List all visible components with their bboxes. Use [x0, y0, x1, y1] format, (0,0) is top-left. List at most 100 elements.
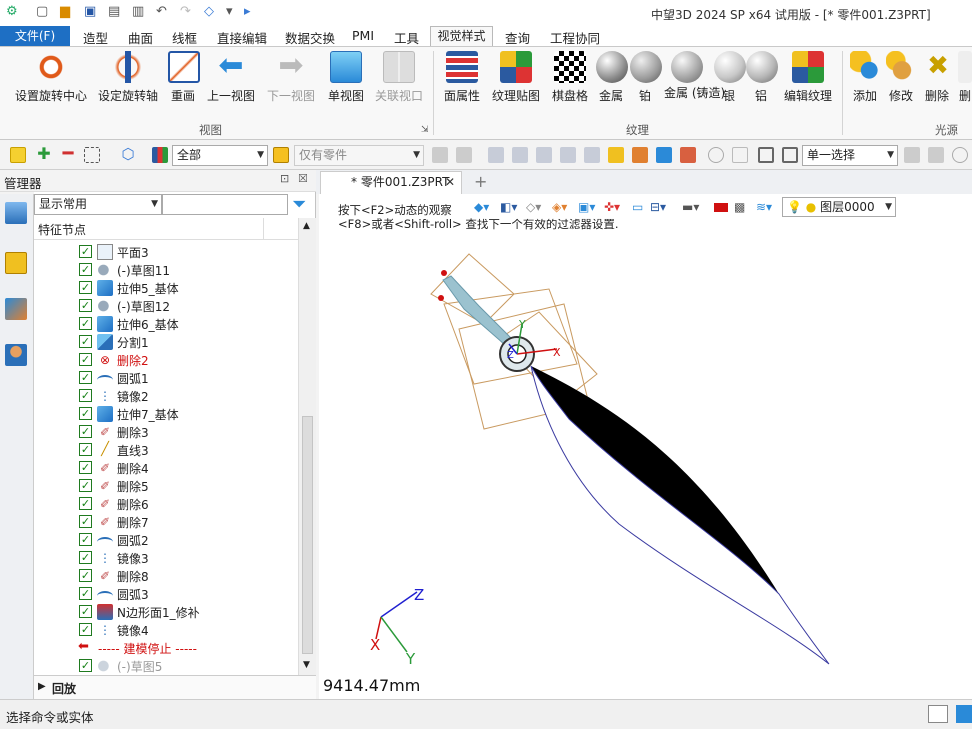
- align-icon[interactable]: [512, 147, 528, 163]
- redo-icon[interactable]: ↷: [180, 4, 191, 19]
- assembly-icon[interactable]: [632, 147, 648, 163]
- delete-light-button[interactable]: ✖ 删除: [922, 51, 952, 104]
- tab-pmi[interactable]: PMI: [352, 28, 374, 43]
- tab-data-exchange[interactable]: 数据交换: [285, 28, 335, 47]
- play-icon[interactable]: [952, 147, 968, 163]
- face-attributes-button[interactable]: 面属性: [442, 51, 482, 104]
- filter-combo[interactable]: 全部 ▼: [172, 145, 268, 166]
- new-icon[interactable]: ▢: [36, 4, 48, 19]
- tree-node[interactable]: ✓ 平面3: [34, 243, 298, 261]
- scroll-up-icon[interactable]: ▲: [303, 221, 310, 231]
- layout-toggle-icon[interactable]: [928, 705, 948, 723]
- node-checkbox[interactable]: ✓: [79, 569, 92, 582]
- tree-node[interactable]: ✓ 分割1: [34, 333, 298, 351]
- tree-node[interactable]: ✓ ⋮ 镜像2: [34, 387, 298, 405]
- tree-node[interactable]: ✓ ⋮ 镜像3: [34, 549, 298, 567]
- node-checkbox[interactable]: ✓: [79, 623, 92, 636]
- group-expand-icon[interactable]: ⇲: [421, 125, 429, 135]
- node-checkbox[interactable]: ✓: [79, 497, 92, 510]
- tree-node[interactable]: ✓ ✐ 删除5: [34, 477, 298, 495]
- menu-file[interactable]: 文件(F): [0, 26, 70, 46]
- platinum-button[interactable]: 铂: [630, 51, 662, 104]
- save-icon[interactable]: ▣: [84, 4, 96, 19]
- tree-node[interactable]: ✓ ✐ 删除8: [34, 567, 298, 585]
- part-filter-icon[interactable]: [273, 147, 289, 163]
- node-checkbox[interactable]: ✓: [79, 443, 92, 456]
- tree-node[interactable]: ✓ 圆弧3: [34, 585, 298, 603]
- document-tab[interactable]: * 零件001.Z3PRT ✕: [320, 171, 462, 194]
- cast-metal-button[interactable]: 金属 (铸造): [664, 51, 725, 100]
- tab-wireframe[interactable]: 线框: [172, 28, 197, 47]
- delete-all-light-button[interactable]: 删: [958, 51, 972, 104]
- tree-node[interactable]: ✓ N边形面1_修补: [34, 603, 298, 621]
- pick-mode-icon[interactable]: [10, 147, 26, 163]
- node-checkbox[interactable]: ✓: [79, 371, 92, 384]
- view-manager-icon[interactable]: [5, 298, 27, 320]
- tree-node[interactable]: ✓ (-)草图12: [34, 297, 298, 315]
- quick-access-dropdown-icon[interactable]: ▾: [226, 4, 233, 19]
- scrollbar-thumb[interactable]: [302, 416, 313, 654]
- set-rotation-axis-button[interactable]: 设定旋转轴: [96, 51, 160, 104]
- add-light-button[interactable]: 添加: [850, 51, 882, 104]
- texture-map-button[interactable]: 纹理贴图: [490, 51, 542, 104]
- tree-node[interactable]: ✓ (-)草图11: [34, 261, 298, 279]
- align-icon[interactable]: [488, 147, 504, 163]
- tab-collaboration[interactable]: 工程协同: [550, 28, 600, 47]
- linked-viewport-button[interactable]: 关联视口: [374, 51, 424, 104]
- display-filter-combo[interactable]: 显示常用 ▼: [34, 194, 162, 215]
- node-checkbox[interactable]: ✓: [79, 407, 92, 420]
- tree-node[interactable]: ✓ ⋮ 镜像4: [34, 621, 298, 639]
- single-view-button[interactable]: 单视图: [326, 51, 366, 104]
- display-toggle-icon[interactable]: [956, 705, 972, 723]
- tree-node[interactable]: ✓ ⊗ 删除2: [34, 351, 298, 369]
- tab-tools[interactable]: 工具: [394, 28, 419, 47]
- 3d-viewport[interactable]: 按下<F2>动态的观察 <F8>或者<Shift-roll> 查找下一个有效的过…: [319, 194, 972, 699]
- tree-node[interactable]: ✓ ✐ 删除4: [34, 459, 298, 477]
- tree-node[interactable]: ✓ 拉伸7_基体: [34, 405, 298, 423]
- close-tab-icon[interactable]: ✕: [445, 172, 455, 193]
- new-tab-icon[interactable]: +: [474, 172, 487, 191]
- assembly-manager-icon[interactable]: [5, 252, 27, 274]
- modify-light-button[interactable]: 修改: [886, 51, 918, 104]
- play-icon[interactable]: ▸: [244, 4, 251, 19]
- silver-button[interactable]: 银: [714, 51, 746, 104]
- pick-tool-icon[interactable]: [456, 147, 472, 163]
- node-checkbox[interactable]: ✓: [79, 317, 92, 330]
- metal-button[interactable]: 金属: [596, 51, 628, 104]
- component-icon[interactable]: [680, 147, 696, 163]
- tree-node[interactable]: ✓ ✐ 删除6: [34, 495, 298, 513]
- aluminum-button[interactable]: 铝: [746, 51, 778, 104]
- redraw-button[interactable]: 重画: [168, 51, 200, 104]
- close-icon[interactable]: ☒: [298, 172, 308, 185]
- node-checkbox[interactable]: ✓: [79, 533, 92, 546]
- cursor-icon[interactable]: [904, 147, 920, 163]
- folder-icon[interactable]: [608, 147, 624, 163]
- history-manager-icon[interactable]: [5, 202, 27, 224]
- node-checkbox[interactable]: ✓: [79, 659, 92, 672]
- node-checkbox[interactable]: ✓: [79, 605, 92, 618]
- modeling-stop-marker[interactable]: ⬅ ----- 建模停止 -----: [34, 639, 298, 657]
- user-icon[interactable]: [5, 344, 27, 366]
- selection-mode-combo[interactable]: 单一选择 ▼: [802, 145, 898, 166]
- align-icon[interactable]: [584, 147, 600, 163]
- tree-scrollbar[interactable]: ▲ ▼: [298, 218, 316, 675]
- pin-icon[interactable]: ⊡: [280, 172, 289, 185]
- scroll-down-icon[interactable]: ▼: [303, 660, 310, 670]
- node-checkbox[interactable]: ✓: [79, 425, 92, 438]
- component-icon[interactable]: [656, 147, 672, 163]
- node-checkbox[interactable]: ✓: [79, 353, 92, 366]
- tree-node[interactable]: ✓ (-)草图5: [34, 657, 298, 675]
- set-rotation-center-button[interactable]: 设置旋转中心: [14, 51, 88, 104]
- tab-direct-edit[interactable]: 直接编辑: [217, 28, 267, 47]
- node-checkbox[interactable]: ✓: [79, 515, 92, 528]
- undo-icon[interactable]: ↶: [156, 4, 167, 19]
- tree-node[interactable]: ✓ 圆弧2: [34, 531, 298, 549]
- add-icon[interactable]: ✚: [36, 146, 52, 163]
- node-checkbox[interactable]: ✓: [79, 479, 92, 492]
- box-select-icon[interactable]: [84, 147, 100, 163]
- tree-node[interactable]: ✓ ╱ 直线3: [34, 441, 298, 459]
- node-checkbox[interactable]: ✓: [79, 389, 92, 402]
- part-filter-combo[interactable]: 仅有零件 ▼: [294, 145, 424, 166]
- node-checkbox[interactable]: ✓: [79, 281, 92, 294]
- tab-modeling[interactable]: 造型: [83, 28, 108, 47]
